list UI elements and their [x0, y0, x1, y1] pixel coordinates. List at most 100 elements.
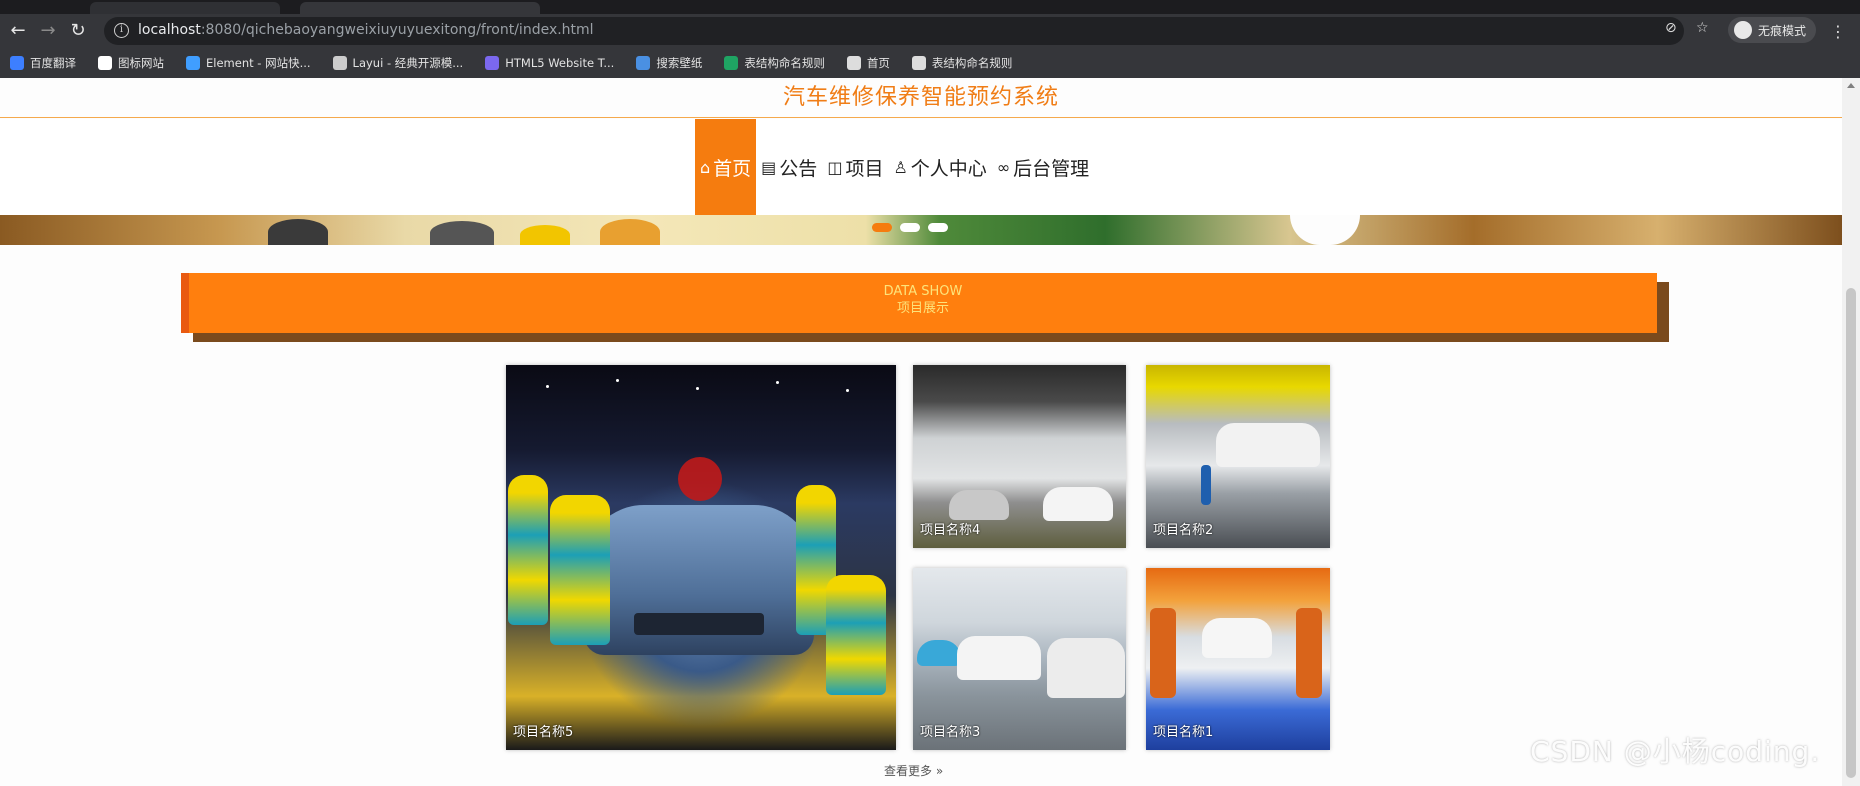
nav-item[interactable]: ▤ 公告	[756, 119, 822, 215]
browser-toolbar: ← → ↻ i localhost:8080/qichebaoyangweixi…	[0, 14, 1860, 48]
photo-car	[1216, 423, 1320, 467]
csdn-watermark: CSDN @小杨coding.	[1530, 735, 1821, 768]
nav-items: ⌂ 首页 ▤ 公告 ◫ 项目 ♙ 个人中心 ∞ 后台管理	[695, 119, 1094, 215]
url-path: :8080/qichebaoyangweixiuyuyuexitong/fron…	[200, 22, 594, 38]
incognito-icon	[1734, 21, 1752, 39]
nav-label: 个人中心	[910, 157, 987, 180]
bookmark-label: 首页	[866, 56, 890, 70]
scrollbar-thumb[interactable]	[1846, 288, 1856, 778]
main-nav: ⌂ 首页 ▤ 公告 ◫ 项目 ♙ 个人中心 ∞ 后台管理	[0, 119, 1842, 215]
project-card[interactable]: 项目名称2	[1146, 365, 1330, 548]
project-name: 项目名称1	[1153, 725, 1214, 740]
incognito-label: 无痕模式	[1758, 23, 1807, 38]
nav-label: 后台管理	[1013, 157, 1090, 180]
nav-item[interactable]: ∞ 后台管理	[992, 119, 1094, 215]
bookmark-item[interactable]: Element - 网站快...	[186, 55, 311, 71]
photo-worker	[508, 475, 548, 625]
nav-label: 首页	[713, 157, 752, 180]
project-card[interactable]: 项目名称5	[506, 365, 896, 750]
photo-car	[1202, 618, 1272, 658]
carousel-dot[interactable]	[900, 223, 920, 232]
bookmarks-bar: 百度翻译 图标网站 Element - 网站快... Layui - 经典开源模...…	[0, 48, 1860, 78]
view-more-link[interactable]: 查看更多 »	[884, 762, 943, 779]
book-icon: ◫	[827, 157, 843, 177]
more-menu-icon[interactable]: ⋮	[1830, 22, 1846, 41]
carousel-dot[interactable]	[928, 223, 948, 232]
banner-figure	[600, 219, 660, 245]
browser-tab[interactable]	[90, 2, 280, 14]
forward-arrow-icon[interactable]: →	[36, 19, 60, 43]
site-title: 汽车维修保养智能预约系统	[782, 85, 1059, 110]
baidu-translate-icon	[10, 56, 24, 70]
nav-item[interactable]: ⌂ 首页	[695, 119, 757, 215]
photo-robot	[1150, 608, 1176, 698]
photo-worker	[550, 495, 610, 645]
photo-detail	[776, 381, 779, 384]
bookmark-item[interactable]: 搜索壁纸	[636, 55, 702, 71]
scroll-up-icon[interactable]	[1847, 83, 1855, 88]
photo-detail	[634, 613, 764, 635]
bookmark-label: 搜索壁纸	[656, 56, 703, 70]
banner-figure	[430, 221, 494, 245]
photo-detail	[546, 385, 549, 388]
nav-item[interactable]: ♙ 个人中心	[888, 119, 991, 215]
project-card[interactable]: 项目名称4	[913, 365, 1126, 548]
nav-label: 公告	[779, 157, 818, 180]
project-name: 项目名称3	[920, 725, 981, 740]
photo-detail	[696, 387, 699, 390]
bookmark-label: HTML5 Website T...	[505, 56, 615, 70]
page-scrollbar[interactable]	[1842, 78, 1860, 786]
site-info-icon[interactable]: i	[114, 23, 129, 38]
bookmark-label: 百度翻译	[30, 56, 76, 70]
element-icon	[186, 56, 200, 70]
photo-car	[949, 490, 1009, 520]
photo-car	[1047, 638, 1125, 698]
globe-icon	[911, 56, 926, 70]
project-name: 项目名称4	[920, 523, 981, 538]
photo-detail	[616, 379, 619, 382]
bookmark-item[interactable]: 表结构命名规则	[724, 55, 825, 71]
bookmark-item[interactable]: HTML5 Website T...	[485, 56, 614, 70]
address-bar[interactable]: i localhost:8080/qichebaoyangweixiuyuyue…	[104, 17, 1684, 45]
nav-item[interactable]: ◫ 项目	[822, 119, 888, 215]
banner-carousel[interactable]	[0, 215, 1842, 245]
link-icon: ∞	[996, 157, 1011, 177]
bookmark-item[interactable]: 首页	[846, 55, 890, 71]
photo-car	[1043, 487, 1113, 521]
banner-edge	[1290, 215, 1360, 245]
incognito-badge[interactable]: 无痕模式	[1728, 17, 1817, 43]
project-name: 项目名称2	[1153, 523, 1214, 538]
browser-tab-active[interactable]	[300, 2, 540, 14]
photo-worker	[826, 575, 886, 695]
globe-icon	[846, 56, 861, 70]
bookmark-label: Layui - 经典开源模...	[352, 56, 464, 70]
pointer-highlight	[678, 457, 722, 501]
bookmark-label: 表结构命名规则	[931, 56, 1013, 70]
bookmark-label: Element - 网站快...	[206, 56, 311, 70]
project-card[interactable]: 项目名称1	[1146, 568, 1330, 750]
bookmark-item[interactable]: 百度翻译	[10, 55, 76, 71]
bookmark-item[interactable]: 表结构命名规则	[911, 55, 1013, 71]
site-header: 汽车维修保养智能预约系统	[0, 78, 1842, 118]
html5-icon	[485, 56, 500, 70]
bookmark-item[interactable]: 图标网站	[98, 55, 164, 71]
back-arrow-icon[interactable]: ←	[6, 19, 30, 43]
carousel-dot-active[interactable]	[872, 223, 892, 232]
project-card[interactable]: 项目名称3	[913, 568, 1126, 750]
star-icon[interactable]: ☆	[1696, 19, 1709, 37]
bookmark-item[interactable]: Layui - 经典开源模...	[332, 55, 464, 71]
photo-detail	[846, 389, 849, 392]
eye-off-icon[interactable]: ⊘	[1665, 19, 1677, 37]
section-title-en: DATA SHOW	[883, 284, 963, 299]
photo-robot	[1296, 608, 1322, 698]
browser-tab-strip	[0, 0, 1860, 14]
reload-icon[interactable]: ↻	[66, 19, 90, 43]
page-viewport: 汽车维修保养智能预约系统 ⌂ 首页 ▤ 公告 ◫ 项目 ♙ 个人中心 ∞ 后台管理 DATA SH…	[0, 78, 1842, 786]
banner-figure	[520, 225, 570, 245]
notice-icon: ▤	[761, 157, 777, 177]
section-title-cn: 项目展示	[896, 301, 949, 316]
bookmark-label: 表结构命名规则	[744, 56, 825, 70]
photo-car	[957, 636, 1041, 680]
user-icon: ♙	[893, 157, 908, 177]
layui-icon	[332, 56, 347, 70]
